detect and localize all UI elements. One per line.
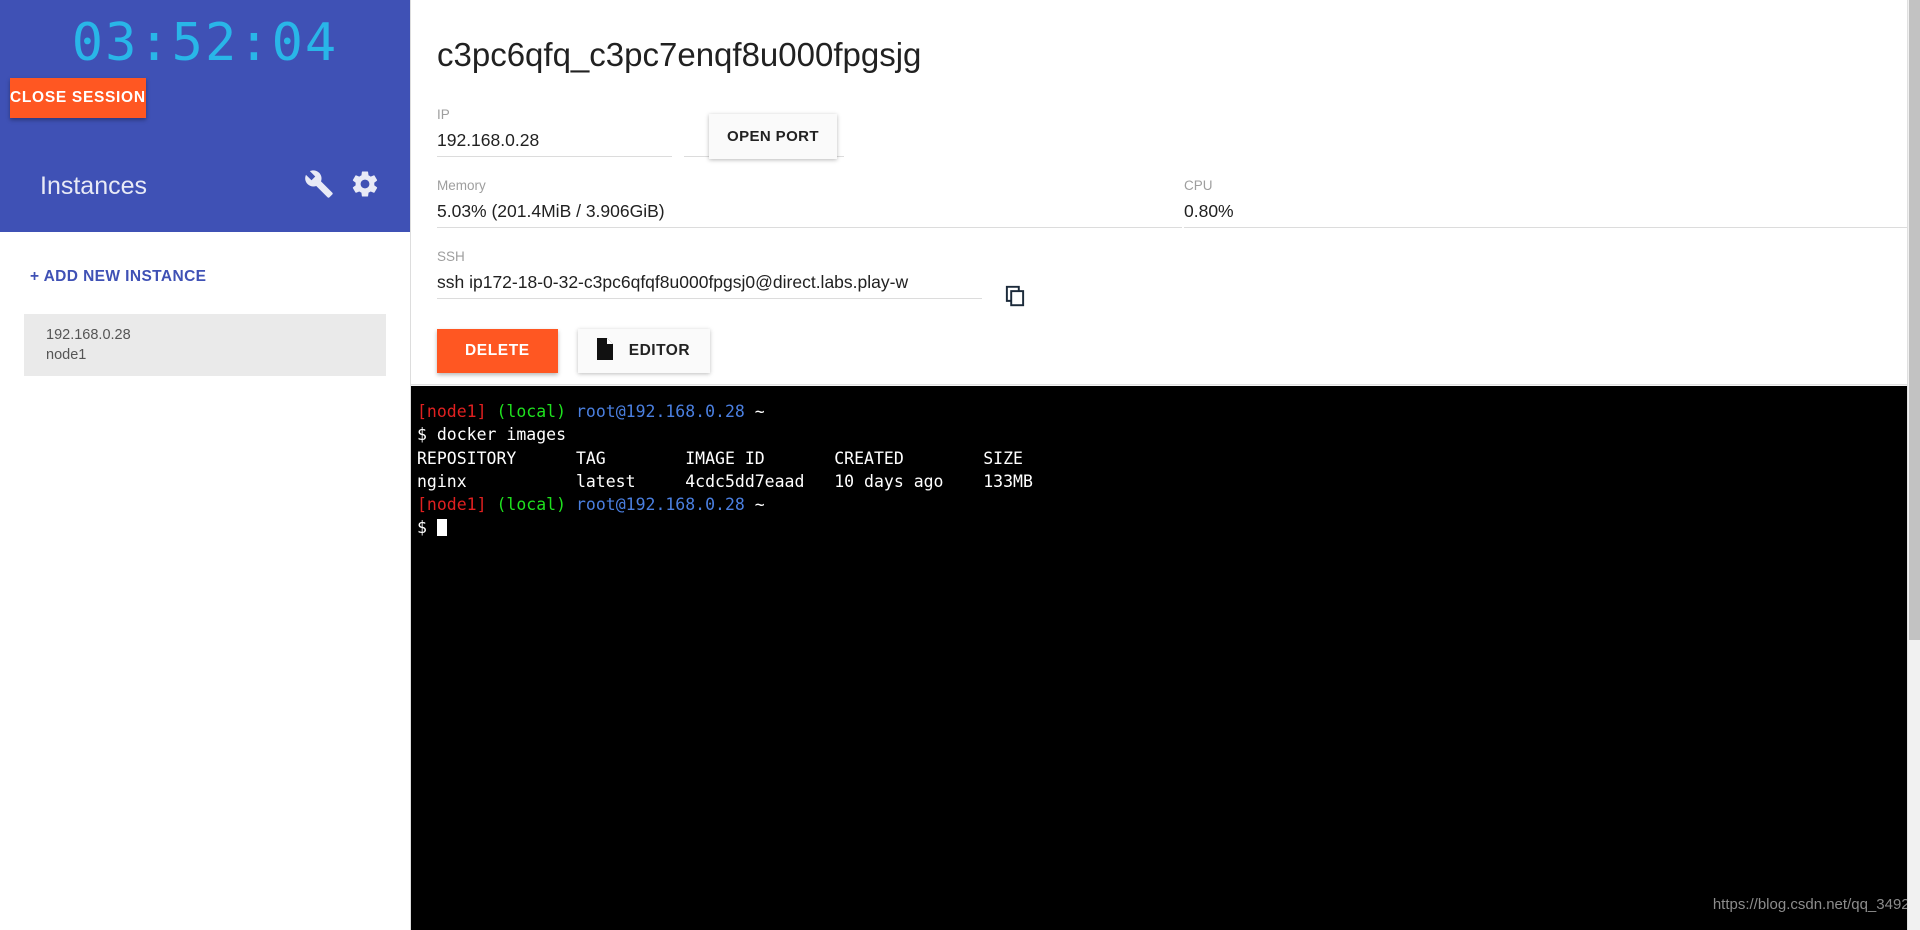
session-timer: 03:52:04: [71, 13, 339, 73]
terminal-prompt-scope: (local): [496, 402, 567, 421]
instance-list-item[interactable]: 192.168.0.28 node1: [24, 314, 386, 376]
editor-button-label: EDITOR: [628, 342, 691, 359]
open-port-button[interactable]: OPEN PORT: [709, 114, 837, 159]
terminal-cursor: [436, 519, 447, 537]
delete-button[interactable]: DELETE: [437, 329, 558, 373]
terminal-table-row: nginx latest 4cdc5dd7eaad 10 days ago 13…: [417, 471, 1033, 491]
instance-ip: 192.168.0.28: [46, 327, 131, 343]
memory-value: 5.03% (201.4MiB / 3.906GiB): [437, 195, 1182, 228]
ssh-row: SSH ssh ip172-18-0-32-c3pc6qfqf8u000fpgs…: [437, 242, 1920, 313]
action-buttons: DELETE EDITOR: [437, 313, 1920, 373]
page-scrollbar[interactable]: [1907, 0, 1920, 930]
copy-icon[interactable]: [982, 283, 1028, 313]
ip-value: 192.168.0.28: [437, 124, 672, 157]
app-root: 03:52:04 CLOSE SESSION Instances + ADD N…: [0, 0, 1920, 930]
terminal-command-prefix: $: [417, 425, 437, 445]
terminal-prompt-path: ~: [754, 402, 765, 421]
gear-icon[interactable]: [350, 169, 380, 204]
wrench-icon[interactable]: [304, 169, 334, 204]
document-icon: [594, 337, 616, 366]
cpu-value: 0.80%: [1184, 195, 1920, 228]
close-session-button[interactable]: CLOSE SESSION: [10, 78, 146, 118]
cpu-label: CPU: [1184, 178, 1213, 193]
cpu-field: CPU 0.80%: [1184, 171, 1920, 228]
terminal-prompt-user-2: root@192.168.0.28: [575, 495, 745, 515]
stats-row: Memory 5.03% (201.4MiB / 3.906GiB) CPU 0…: [437, 171, 1920, 242]
terminal-command-prefix-2: $: [417, 518, 437, 538]
terminal-command: docker images: [436, 425, 567, 445]
instances-header: Instances: [0, 140, 410, 232]
terminal-prompt-scope-2: (local): [496, 495, 567, 515]
add-new-instance-button[interactable]: + ADD NEW INSTANCE: [0, 232, 206, 286]
ip-field[interactable]: IP 192.168.0.28: [437, 100, 672, 157]
instance-info-card: c3pc6qfq_c3pc7enqf8u000fpgsjg IP 192.168…: [411, 0, 1920, 385]
instance-name: node1: [46, 347, 87, 363]
main-panel: c3pc6qfq_c3pc7enqf8u000fpgsjg IP 192.168…: [410, 0, 1920, 930]
watermark: https://blog.csdn.net/qq_34927064: [1712, 895, 1920, 913]
terminal-prompt-host: [node1]: [417, 402, 487, 421]
scrollbar-thumb[interactable]: [1909, 0, 1920, 640]
terminal-prompt-path-2: ~: [754, 495, 765, 515]
terminal-output[interactable]: [node1] (local) root@192.168.0.28 ~ $ do…: [411, 386, 1920, 930]
memory-field: Memory 5.03% (201.4MiB / 3.906GiB): [437, 171, 1182, 228]
sidebar: 03:52:04 CLOSE SESSION Instances + ADD N…: [0, 0, 410, 930]
terminal-prompt-user: root@192.168.0.28: [575, 402, 745, 421]
memory-label: Memory: [437, 178, 486, 193]
editor-button[interactable]: EDITOR: [577, 329, 711, 373]
terminal-prompt-host-2: [node1]: [417, 495, 487, 515]
page-title: c3pc6qfq_c3pc7enqf8u000fpgsjg: [437, 36, 922, 73]
ssh-value: ssh ip172-18-0-32-c3pc6qfqf8u000fpgsj0@d…: [437, 266, 982, 299]
ip-label: IP: [437, 107, 450, 122]
sidebar-header: 03:52:04 CLOSE SESSION Instances: [0, 0, 410, 232]
terminal-table-header: REPOSITORY TAG IMAGE ID CREATED SIZE: [417, 448, 1023, 468]
ssh-label: SSH: [437, 249, 465, 264]
ip-row: IP 192.168.0.28 OPEN PORT: [437, 100, 1920, 171]
ssh-field[interactable]: SSH ssh ip172-18-0-32-c3pc6qfqf8u000fpgs…: [437, 242, 982, 299]
instances-title: Instances: [40, 171, 148, 200]
